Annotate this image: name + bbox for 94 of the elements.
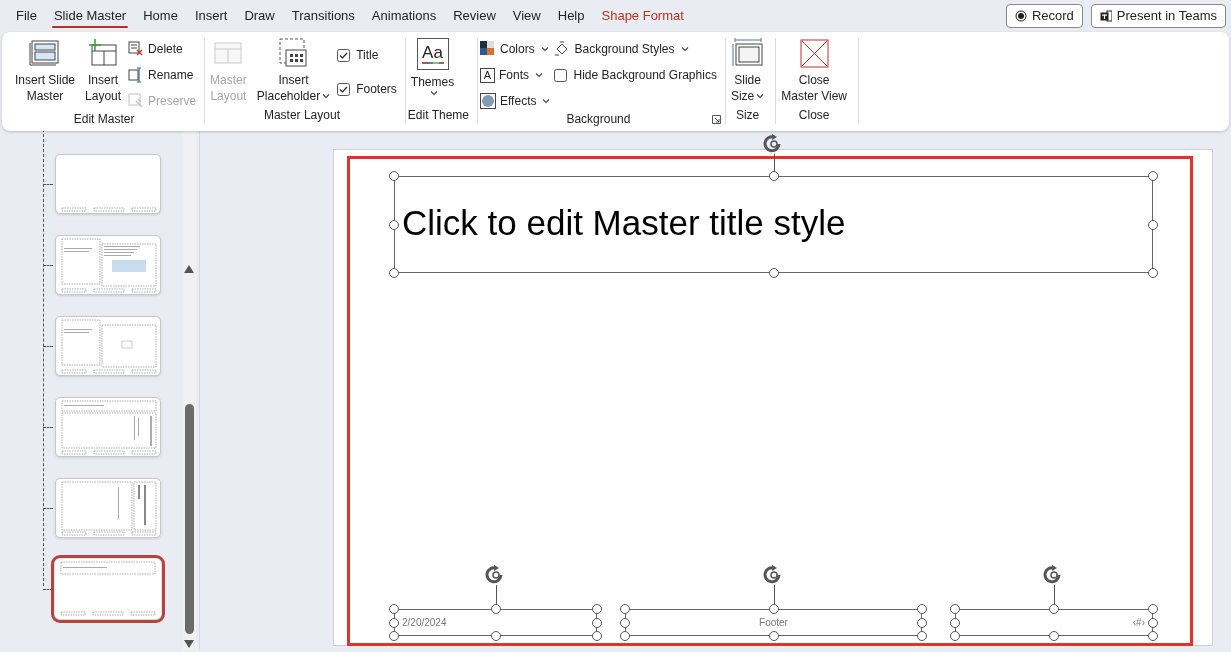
ribbon-button[interactable]: Delete xyxy=(128,40,197,58)
menu-tab[interactable]: View xyxy=(504,2,549,30)
slide-master-icon xyxy=(29,38,61,68)
checkbox-icon xyxy=(554,68,568,82)
group-label: Edit Master xyxy=(73,111,135,128)
resize-handle[interactable] xyxy=(592,617,602,628)
group-label: Master Layout xyxy=(263,107,340,124)
resize-handle[interactable] xyxy=(620,617,630,628)
resize-handle[interactable] xyxy=(917,631,927,641)
checked-checkbox-icon xyxy=(337,82,351,96)
resize-handle[interactable] xyxy=(1148,171,1158,181)
slide-thumbnail[interactable] xyxy=(55,316,161,376)
resize-handle[interactable] xyxy=(620,604,630,614)
checkbox[interactable]: Hide Background Graphics xyxy=(554,66,717,84)
ribbon-button[interactable]: Insert Placeholder xyxy=(253,38,334,104)
resize-handle[interactable] xyxy=(490,631,501,641)
resize-handle[interactable] xyxy=(389,268,399,278)
resize-handle[interactable] xyxy=(1049,631,1059,641)
ribbon-button[interactable]: Colors xyxy=(480,40,551,58)
resize-handle[interactable] xyxy=(389,617,399,628)
slide-thumbnail[interactable] xyxy=(55,397,161,457)
resize-handle[interactable] xyxy=(490,604,501,614)
themes-icon: Aa xyxy=(416,38,449,70)
menu-tab[interactable]: Help xyxy=(549,2,593,30)
slide-size-icon xyxy=(731,38,764,68)
checkbox[interactable]: Footers xyxy=(337,80,397,98)
checked-checkbox-icon xyxy=(337,48,351,62)
ribbon-button[interactable]: Insert Slide Master xyxy=(12,38,79,104)
placeholder-text: Footer xyxy=(759,616,788,630)
resize-handle[interactable] xyxy=(1148,268,1158,278)
resize-handle[interactable] xyxy=(768,268,779,278)
effects-icon xyxy=(480,93,496,109)
slide-thumbnail[interactable] xyxy=(55,235,161,295)
resize-handle[interactable] xyxy=(768,604,779,614)
menu-tab[interactable]: Review xyxy=(445,2,504,30)
group-label: Size xyxy=(735,107,760,124)
ribbon-button[interactable]: Insert Layout xyxy=(82,38,125,104)
resize-handle[interactable] xyxy=(389,604,399,614)
record-icon xyxy=(1014,10,1027,22)
ribbon-button[interactable]: Close Master View xyxy=(778,38,851,104)
ribbon-button[interactable]: Background Styles xyxy=(554,40,717,58)
delete-icon xyxy=(128,41,145,57)
resize-handle[interactable] xyxy=(592,604,602,614)
placeholder-text: 2/20/2024 xyxy=(402,616,447,630)
resize-handle[interactable] xyxy=(592,631,602,641)
checkbox[interactable]: Title xyxy=(337,46,397,64)
placeholder-text: Click to edit Master title style xyxy=(402,201,846,244)
insert-layout-icon xyxy=(87,38,120,68)
group-label: Edit Theme xyxy=(407,107,469,124)
resize-handle[interactable] xyxy=(768,171,779,181)
menu-tab[interactable]: Transitions xyxy=(283,2,363,30)
resize-handle[interactable] xyxy=(620,631,630,641)
resize-handle[interactable] xyxy=(950,631,960,641)
resize-handle[interactable] xyxy=(1049,604,1059,614)
resize-handle[interactable] xyxy=(1148,631,1158,641)
resize-handle[interactable] xyxy=(950,617,960,628)
ribbon-button[interactable]: Effects xyxy=(480,92,551,110)
dialog-launcher-icon[interactable] xyxy=(711,115,721,124)
resize-handle[interactable] xyxy=(389,171,399,181)
menu-tab[interactable]: Shape Format xyxy=(593,2,692,30)
group-label: Close xyxy=(798,107,830,124)
record-button[interactable]: Record xyxy=(1005,4,1083,28)
menu-tab[interactable]: Slide Master xyxy=(45,2,135,30)
scroll-up-icon[interactable] xyxy=(184,265,194,273)
scroll-down-icon[interactable] xyxy=(184,640,194,648)
font-icon: A xyxy=(480,67,495,83)
menu-tab[interactable]: Animations xyxy=(363,2,445,30)
menu-tab[interactable]: Insert xyxy=(186,2,236,30)
menu-tab[interactable]: File xyxy=(8,2,45,30)
resize-handle[interactable] xyxy=(1148,617,1158,628)
ribbon-button[interactable]: Rename xyxy=(128,66,197,84)
slide-thumbnail[interactable] xyxy=(55,154,161,214)
color-palette-icon xyxy=(480,41,496,57)
resize-handle[interactable] xyxy=(389,631,399,641)
scrollbar-thumb[interactable] xyxy=(185,404,194,634)
placeholder-text: ‹#› xyxy=(1132,616,1145,630)
menu-tab[interactable]: Home xyxy=(135,2,186,30)
placeholder-icon xyxy=(277,38,310,68)
teams-icon xyxy=(1099,10,1112,22)
ribbon-button[interactable]: Slide Size xyxy=(727,38,768,104)
resize-handle[interactable] xyxy=(950,604,960,614)
ribbon-button[interactable]: A Fonts xyxy=(480,66,551,84)
menu-tab[interactable]: Draw xyxy=(236,2,283,30)
slide-thumbnail[interactable] xyxy=(55,478,161,538)
present-button[interactable]: Present in Teams xyxy=(1090,4,1226,28)
resize-handle[interactable] xyxy=(389,219,399,230)
resize-handle[interactable] xyxy=(917,604,927,614)
resize-handle[interactable] xyxy=(1148,219,1158,230)
resize-handle[interactable] xyxy=(768,631,779,641)
resize-handle[interactable] xyxy=(917,617,927,628)
close-view-icon xyxy=(798,38,831,68)
ribbon-button[interactable]: Aa Themes xyxy=(407,38,458,96)
resize-handle[interactable] xyxy=(1148,604,1158,614)
group-label: Background xyxy=(566,111,631,128)
